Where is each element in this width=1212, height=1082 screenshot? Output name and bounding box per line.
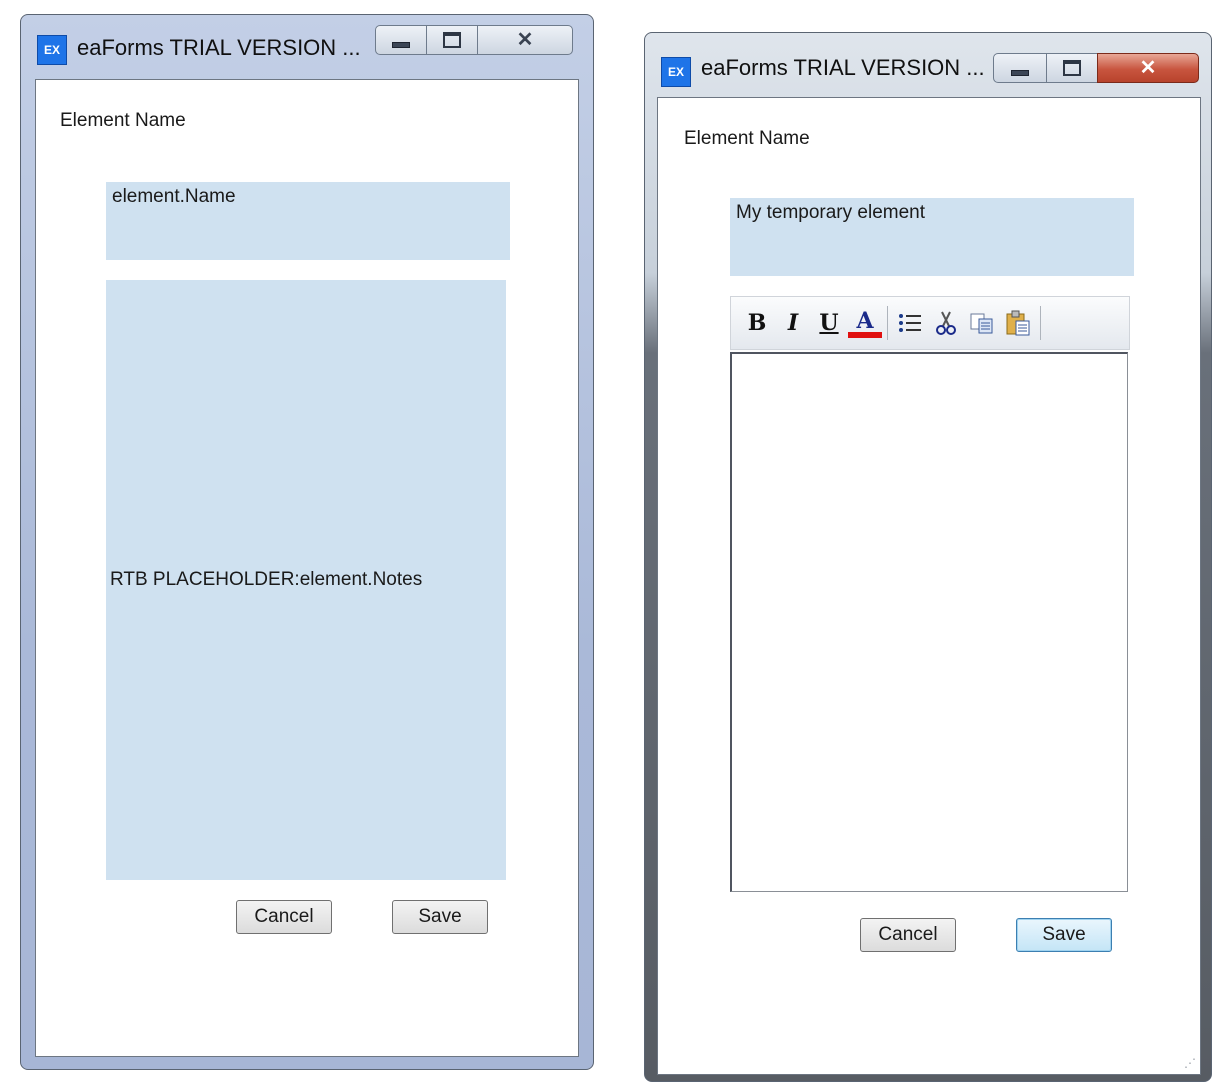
notes-rtb-placeholder[interactable]: RTB PLACEHOLDER:element.Notes: [106, 280, 506, 880]
italic-icon[interactable]: I: [775, 303, 811, 343]
title-bar[interactable]: EX eaForms TRIAL VERSION ... ✕: [21, 15, 593, 75]
notes-editor[interactable]: [730, 352, 1128, 892]
window-title: eaForms TRIAL VERSION ...: [77, 35, 361, 60]
rich-text-toolbar: B I U A: [730, 296, 1130, 350]
app-icon: EX: [37, 35, 67, 65]
close-button[interactable]: ✕: [477, 25, 573, 55]
form-body: Element Name My temporary element B I U …: [657, 97, 1201, 1075]
design-window: EX eaForms TRIAL VERSION ... ✕ Element N…: [20, 14, 594, 1070]
element-name-field[interactable]: element.Name: [106, 182, 510, 260]
font-color-button[interactable]: A: [847, 303, 883, 343]
minimize-button[interactable]: [993, 53, 1047, 83]
cancel-button[interactable]: Cancel: [860, 918, 956, 952]
maximize-icon: [1063, 60, 1081, 76]
toolbar-separator: [1040, 306, 1041, 340]
close-icon: ✕: [1139, 57, 1157, 79]
app-icon: EX: [661, 57, 691, 87]
bold-icon[interactable]: B: [739, 303, 775, 343]
maximize-button[interactable]: [1046, 53, 1098, 83]
title-bar[interactable]: EX eaForms TRIAL VERSION ... ✕: [645, 33, 1211, 93]
resize-grip-icon[interactable]: ⋰: [1184, 1056, 1196, 1070]
element-name-field[interactable]: My temporary element: [730, 198, 1134, 276]
bullet-list-icon[interactable]: [892, 303, 928, 343]
font-color-icon: A: [856, 308, 874, 334]
copy-icon[interactable]: [964, 303, 1000, 343]
minimize-icon: [392, 42, 410, 48]
runtime-window: EX eaForms TRIAL VERSION ... ✕ Element N…: [644, 32, 1212, 1082]
font-color-swatch: [848, 332, 882, 338]
maximize-button[interactable]: [426, 25, 478, 55]
underline-icon[interactable]: U: [811, 303, 847, 343]
minimize-button[interactable]: [375, 25, 427, 55]
form-body: Element Name element.Name RTB PLACEHOLDE…: [35, 79, 579, 1057]
close-icon: ✕: [516, 29, 534, 51]
paste-icon[interactable]: [1000, 303, 1036, 343]
window-title: eaForms TRIAL VERSION ...: [701, 55, 985, 80]
cancel-button[interactable]: Cancel: [236, 900, 332, 934]
close-button[interactable]: ✕: [1097, 53, 1199, 83]
cut-icon[interactable]: [928, 303, 964, 343]
element-name-label: Element Name: [684, 128, 810, 149]
toolbar-separator: [887, 306, 888, 340]
save-button[interactable]: Save: [1016, 918, 1112, 952]
minimize-icon: [1011, 70, 1029, 76]
save-button[interactable]: Save: [392, 900, 488, 934]
element-name-label: Element Name: [60, 110, 186, 131]
maximize-icon: [443, 32, 461, 48]
